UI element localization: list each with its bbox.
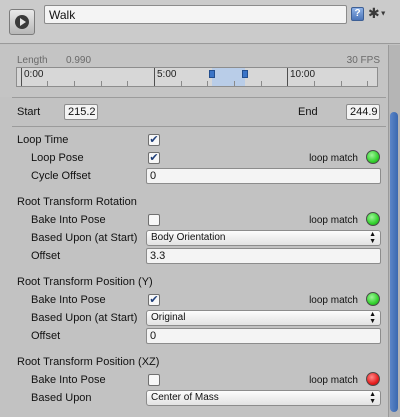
timeline-track[interactable]: 0:00 5:00 10:00 bbox=[16, 67, 378, 87]
loop-match-label: loop match bbox=[309, 375, 358, 386]
end-label: End bbox=[298, 106, 318, 118]
clip-name-field[interactable]: Walk bbox=[44, 5, 347, 24]
position-xz-based-upon-dropdown[interactable]: Center of Mass ▲ ▼ bbox=[146, 390, 381, 406]
loop-match-indicator bbox=[366, 150, 380, 164]
cycle-offset-field[interactable]: 0 bbox=[146, 168, 381, 184]
based-upon-label: Based Upon (at Start) bbox=[31, 312, 138, 324]
timeline-tick-label: 10:00 bbox=[290, 69, 316, 80]
loop-match-label: loop match bbox=[309, 153, 358, 164]
rotation-offset-field[interactable]: 3.3 bbox=[146, 248, 381, 264]
help-icon[interactable]: ? bbox=[351, 7, 364, 21]
start-label: Start bbox=[17, 106, 41, 118]
based-upon-label: Based Upon bbox=[31, 392, 92, 404]
cycle-offset-label: Cycle Offset bbox=[31, 170, 91, 182]
position-y-offset-field[interactable]: 0 bbox=[146, 328, 381, 344]
rotation-bake-checkbox[interactable] bbox=[148, 214, 160, 226]
dropdown-arrows-icon: ▲ ▼ bbox=[369, 391, 376, 405]
loop-pose-label: Loop Pose bbox=[31, 152, 84, 164]
gear-icon[interactable]: ✱▼ bbox=[368, 4, 390, 22]
rotation-based-upon-dropdown[interactable]: Body Orientation ▲ ▼ bbox=[146, 230, 381, 246]
root-position-xz-title: Root Transform Position (XZ) bbox=[17, 356, 160, 368]
start-field[interactable]: 215.2 bbox=[64, 104, 98, 120]
scrollbar-thumb[interactable] bbox=[390, 112, 398, 412]
bake-into-pose-label: Bake Into Pose bbox=[31, 374, 106, 386]
divider bbox=[12, 126, 386, 127]
clip-timeline: Length 0.990 30 FPS 0:00 5:00 10:00 bbox=[0, 45, 388, 97]
loop-time-checkbox[interactable]: ✔ bbox=[148, 134, 160, 146]
offset-label: Offset bbox=[31, 250, 61, 262]
timeline-selected-range[interactable] bbox=[212, 68, 245, 86]
loop-match-indicator bbox=[366, 372, 380, 386]
offset-label: Offset bbox=[31, 330, 61, 342]
end-handle[interactable] bbox=[242, 70, 248, 78]
divider bbox=[12, 97, 386, 98]
loop-match-indicator bbox=[366, 292, 380, 306]
position-xz-bake-checkbox[interactable] bbox=[148, 374, 160, 386]
loop-match-label: loop match bbox=[309, 215, 358, 226]
root-rotation-title: Root Transform Rotation bbox=[17, 196, 137, 208]
timeline-tick-label: 0:00 bbox=[24, 69, 44, 80]
loop-match-label: loop match bbox=[309, 295, 358, 306]
loop-time-label: Loop Time bbox=[17, 134, 69, 146]
inspector-header: Walk ? ✱▼ bbox=[0, 0, 400, 44]
dropdown-arrows-icon: ▲ ▼ bbox=[369, 231, 376, 245]
end-field[interactable]: 244.9 bbox=[346, 104, 380, 120]
root-position-y-title: Root Transform Position (Y) bbox=[17, 276, 153, 288]
position-y-bake-checkbox[interactable]: ✔ bbox=[148, 294, 160, 306]
based-upon-label: Based Upon (at Start) bbox=[31, 232, 138, 244]
fps-label: 30 FPS bbox=[346, 55, 380, 66]
bake-into-pose-label: Bake Into Pose bbox=[31, 294, 106, 306]
dropdown-arrows-icon: ▲ ▼ bbox=[369, 311, 376, 325]
start-handle[interactable] bbox=[209, 70, 215, 78]
length-label: Length bbox=[17, 55, 48, 66]
loop-pose-checkbox[interactable]: ✔ bbox=[148, 152, 160, 164]
position-y-based-upon-dropdown[interactable]: Original ▲ ▼ bbox=[146, 310, 381, 326]
animation-clip-icon bbox=[9, 9, 35, 35]
length-value: 0.990 bbox=[66, 55, 92, 66]
loop-match-indicator bbox=[366, 212, 380, 226]
timeline-tick-label: 5:00 bbox=[157, 69, 177, 80]
bake-into-pose-label: Bake Into Pose bbox=[31, 214, 106, 226]
